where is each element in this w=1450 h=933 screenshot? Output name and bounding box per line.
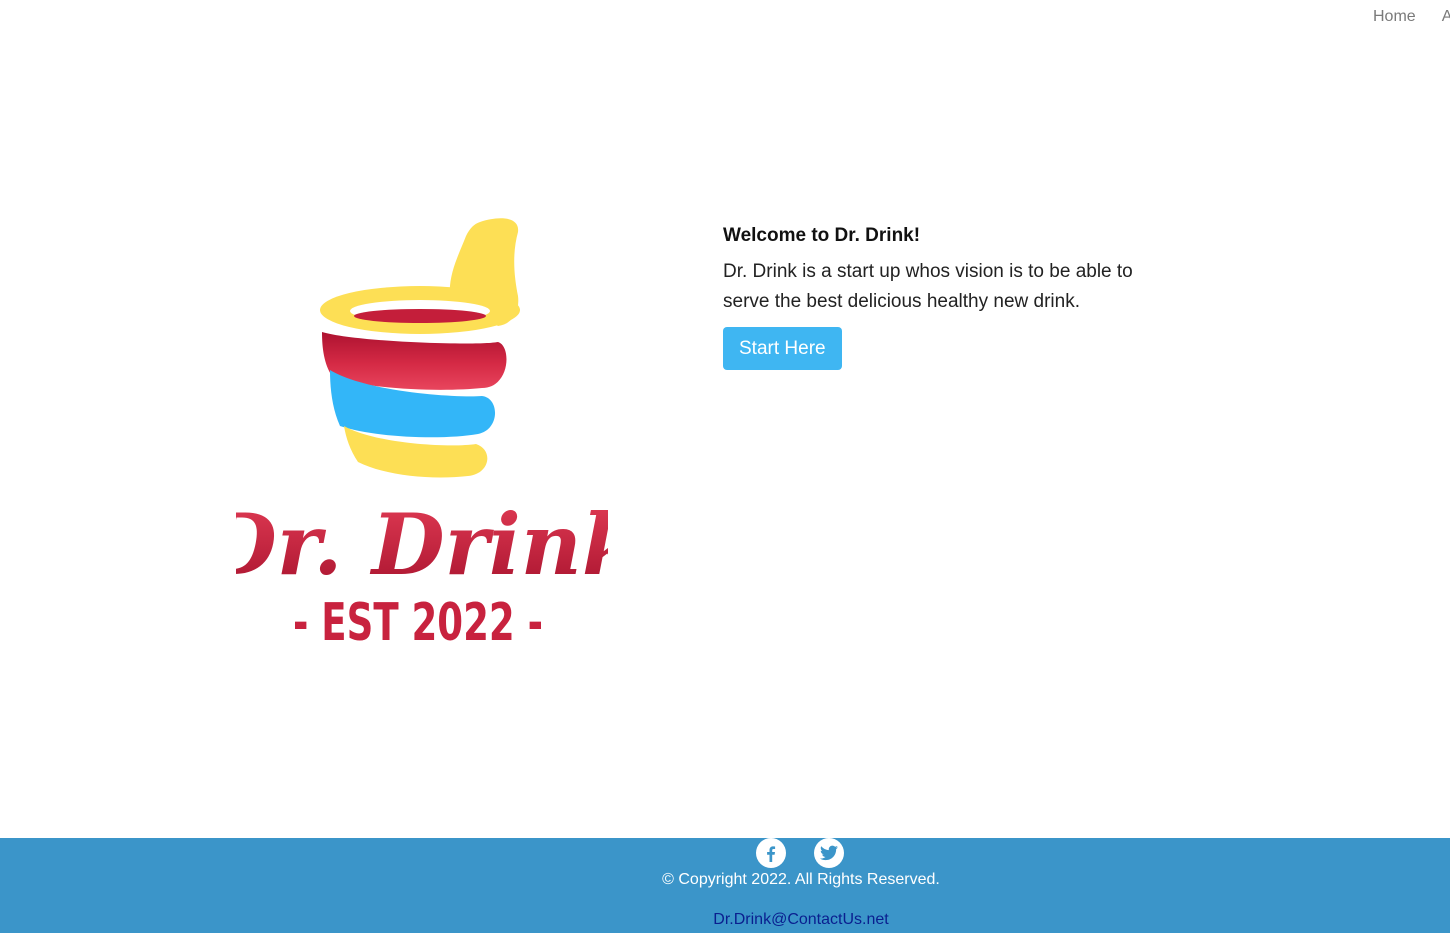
hero-description: Dr. Drink is a start up whos vision is t… — [723, 261, 1133, 312]
twitter-icon[interactable] — [814, 838, 844, 868]
contact-email-link[interactable]: Dr.Drink@ContactUs.net — [0, 911, 1450, 929]
dr-drink-logo: Dr. Drink - EST 2022 - — [236, 212, 608, 652]
start-here-button[interactable]: Start Here — [723, 327, 842, 370]
social-links — [756, 838, 844, 868]
logo-wordmark: Dr. Drink — [236, 495, 608, 594]
top-nav: Home Ab — [1360, 0, 1450, 34]
hero-title: Welcome to Dr. Drink! — [723, 225, 921, 246]
facebook-icon[interactable] — [756, 838, 786, 868]
hero-section: Welcome to Dr. Drink! Dr. Drink is a sta… — [723, 221, 1163, 370]
footer: © Copyright 2022. All Rights Reserved. D… — [0, 838, 1450, 933]
nav-about-link[interactable]: Ab — [1429, 8, 1450, 26]
page: Home Ab — [0, 0, 1450, 933]
logo-established: - EST 2022 - — [293, 593, 543, 652]
copyright-text: © Copyright 2022. All Rights Reserved. — [662, 871, 940, 888]
nav-home-link[interactable]: Home — [1360, 8, 1429, 26]
